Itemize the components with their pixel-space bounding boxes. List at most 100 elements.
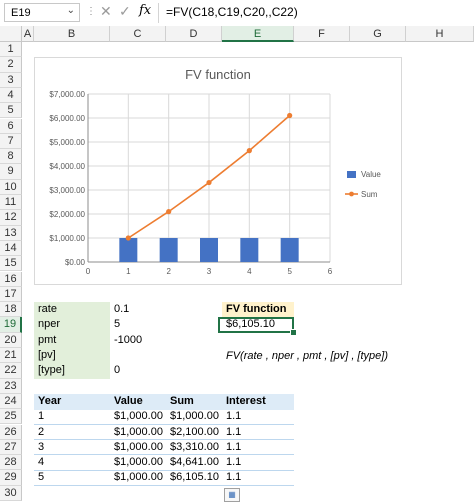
legend-swatch-value bbox=[347, 171, 356, 178]
table-cell[interactable]: 3 bbox=[34, 440, 110, 456]
row-header-2[interactable]: 2 bbox=[0, 57, 22, 73]
row-header-5[interactable]: 5 bbox=[0, 103, 22, 119]
param-value-cell[interactable]: 0.1 bbox=[110, 302, 166, 318]
row-header-8[interactable]: 8 bbox=[0, 149, 22, 165]
x-tick-label: 1 bbox=[126, 267, 131, 276]
column-header-f[interactable]: F bbox=[294, 26, 350, 42]
bar bbox=[200, 238, 218, 262]
table-cell[interactable]: 1.1 bbox=[222, 470, 294, 487]
table-cell[interactable]: $2,100.00 bbox=[166, 425, 222, 441]
table-header-cell[interactable]: Interest bbox=[222, 393, 294, 410]
column-header-a[interactable]: A bbox=[22, 26, 34, 42]
table-cell[interactable]: $6,105.10 bbox=[166, 470, 222, 487]
sum-point bbox=[166, 209, 172, 215]
bar bbox=[280, 238, 299, 262]
legend-label-sum: Sum bbox=[361, 190, 378, 199]
row-header-30[interactable]: 30 bbox=[0, 485, 22, 501]
table-cell[interactable]: 2 bbox=[34, 425, 110, 441]
table-cell[interactable]: $1,000.00 bbox=[166, 409, 222, 425]
column-header-b[interactable]: B bbox=[34, 26, 110, 42]
param-value-cell[interactable]: 0 bbox=[110, 363, 166, 379]
legend-label-value: Value bbox=[361, 170, 381, 179]
table-cell[interactable]: $1,000.00 bbox=[110, 425, 166, 441]
row-header-29[interactable]: 29 bbox=[0, 470, 22, 486]
row-header-6[interactable]: 6 bbox=[0, 118, 22, 134]
fill-handle[interactable] bbox=[290, 329, 297, 336]
row-header-26[interactable]: 26 bbox=[0, 424, 22, 440]
param-label-cell[interactable]: nper bbox=[34, 317, 110, 334]
fv-header-cell[interactable]: FV function bbox=[222, 302, 294, 318]
row-header-14[interactable]: 14 bbox=[0, 240, 22, 257]
row-header-25[interactable]: 25 bbox=[0, 409, 22, 425]
row-header-15[interactable]: 15 bbox=[0, 256, 22, 272]
row-header-9[interactable]: 9 bbox=[0, 164, 22, 180]
y-tick-label: $4,000.00 bbox=[49, 162, 85, 171]
row-header-4[interactable]: 4 bbox=[0, 87, 22, 104]
row-header-10[interactable]: 10 bbox=[0, 179, 22, 195]
x-tick-label: 5 bbox=[287, 267, 292, 276]
row-header-28[interactable]: 28 bbox=[0, 455, 22, 471]
table-cell[interactable]: 1 bbox=[34, 409, 110, 425]
param-value-cell[interactable] bbox=[110, 348, 166, 364]
column-header-c[interactable]: C bbox=[110, 26, 166, 42]
row-header-24[interactable]: 24 bbox=[0, 393, 22, 410]
param-label-cell[interactable]: pmt bbox=[34, 332, 110, 349]
name-box[interactable]: E19 ⌄ bbox=[4, 3, 80, 22]
row-header-21[interactable]: 21 bbox=[0, 348, 22, 364]
legend-marker-sum bbox=[349, 191, 354, 197]
row-header-20[interactable]: 20 bbox=[0, 332, 22, 348]
param-label-cell[interactable]: [type] bbox=[34, 363, 110, 379]
x-tick-label: 2 bbox=[166, 267, 171, 276]
row-header-11[interactable]: 11 bbox=[0, 195, 22, 211]
table-cell[interactable]: $4,641.00 bbox=[166, 455, 222, 471]
row-header-17[interactable]: 17 bbox=[0, 286, 22, 303]
table-cell[interactable]: 5 bbox=[34, 470, 110, 487]
row-header-13[interactable]: 13 bbox=[0, 225, 22, 241]
table-cell[interactable]: 1.1 bbox=[222, 455, 294, 471]
sum-point bbox=[125, 235, 131, 241]
row-header-1[interactable]: 1 bbox=[0, 42, 22, 58]
table-cell[interactable]: 4 bbox=[34, 455, 110, 471]
table-cell[interactable]: 1.1 bbox=[222, 425, 294, 441]
table-cell[interactable]: $1,000.00 bbox=[110, 470, 166, 487]
more-options-icon[interactable]: ⋮ bbox=[86, 6, 96, 17]
table-cell[interactable]: $3,310.00 bbox=[166, 440, 222, 456]
param-label-cell[interactable]: rate bbox=[34, 302, 110, 318]
table-cell[interactable]: $1,000.00 bbox=[110, 455, 166, 471]
param-value-cell[interactable]: -1000 bbox=[110, 333, 166, 349]
column-header-h[interactable]: H bbox=[406, 26, 474, 42]
table-header-cell[interactable]: Year bbox=[34, 393, 110, 410]
cancel-icon[interactable]: ✕ bbox=[100, 3, 112, 20]
param-label-cell[interactable]: [pv] bbox=[34, 348, 110, 364]
chart[interactable]: FV function $0.00 $1,000.00 $2,000.00 $3,00… bbox=[34, 57, 402, 285]
row-header-22[interactable]: 22 bbox=[0, 363, 22, 379]
row-header-16[interactable]: 16 bbox=[0, 271, 22, 287]
table-header-cell[interactable]: Sum bbox=[166, 393, 222, 410]
row-header-3[interactable]: 3 bbox=[0, 72, 22, 88]
table-cell[interactable]: 1.1 bbox=[222, 440, 294, 456]
column-header-d[interactable]: D bbox=[166, 26, 222, 42]
row-header-23[interactable]: 23 bbox=[0, 378, 22, 394]
row-header-19[interactable]: 19 bbox=[0, 317, 22, 333]
param-value-cell[interactable]: 5 bbox=[110, 317, 166, 333]
row-header-18[interactable]: 18 bbox=[0, 302, 22, 318]
row-header-12[interactable]: 12 bbox=[0, 210, 22, 226]
select-all-corner[interactable] bbox=[0, 26, 22, 42]
y-tick-label: $5,000.00 bbox=[49, 138, 85, 147]
chevron-down-icon[interactable]: ⌄ bbox=[67, 5, 75, 16]
y-tick-label: $6,000.00 bbox=[49, 114, 85, 123]
column-header-e[interactable]: E bbox=[222, 26, 294, 42]
row-header-7[interactable]: 7 bbox=[0, 133, 22, 150]
y-tick-label: $1,000.00 bbox=[49, 234, 85, 243]
insert-function-icon[interactable]: fx bbox=[139, 3, 151, 18]
column-header-g[interactable]: G bbox=[350, 26, 406, 42]
y-tick-label: $3,000.00 bbox=[49, 186, 85, 195]
table-cell[interactable]: $1,000.00 bbox=[110, 409, 166, 425]
enter-icon[interactable]: ✓ bbox=[119, 3, 131, 20]
row-header-27[interactable]: 27 bbox=[0, 439, 22, 456]
formula-input[interactable]: =FV(C18,C19,C20,,C22) bbox=[166, 5, 298, 19]
chart-title: FV function bbox=[185, 67, 251, 82]
table-header-cell[interactable]: Value bbox=[110, 393, 166, 410]
table-cell[interactable]: 1.1 bbox=[222, 409, 294, 425]
table-cell[interactable]: $1,000.00 bbox=[110, 440, 166, 456]
